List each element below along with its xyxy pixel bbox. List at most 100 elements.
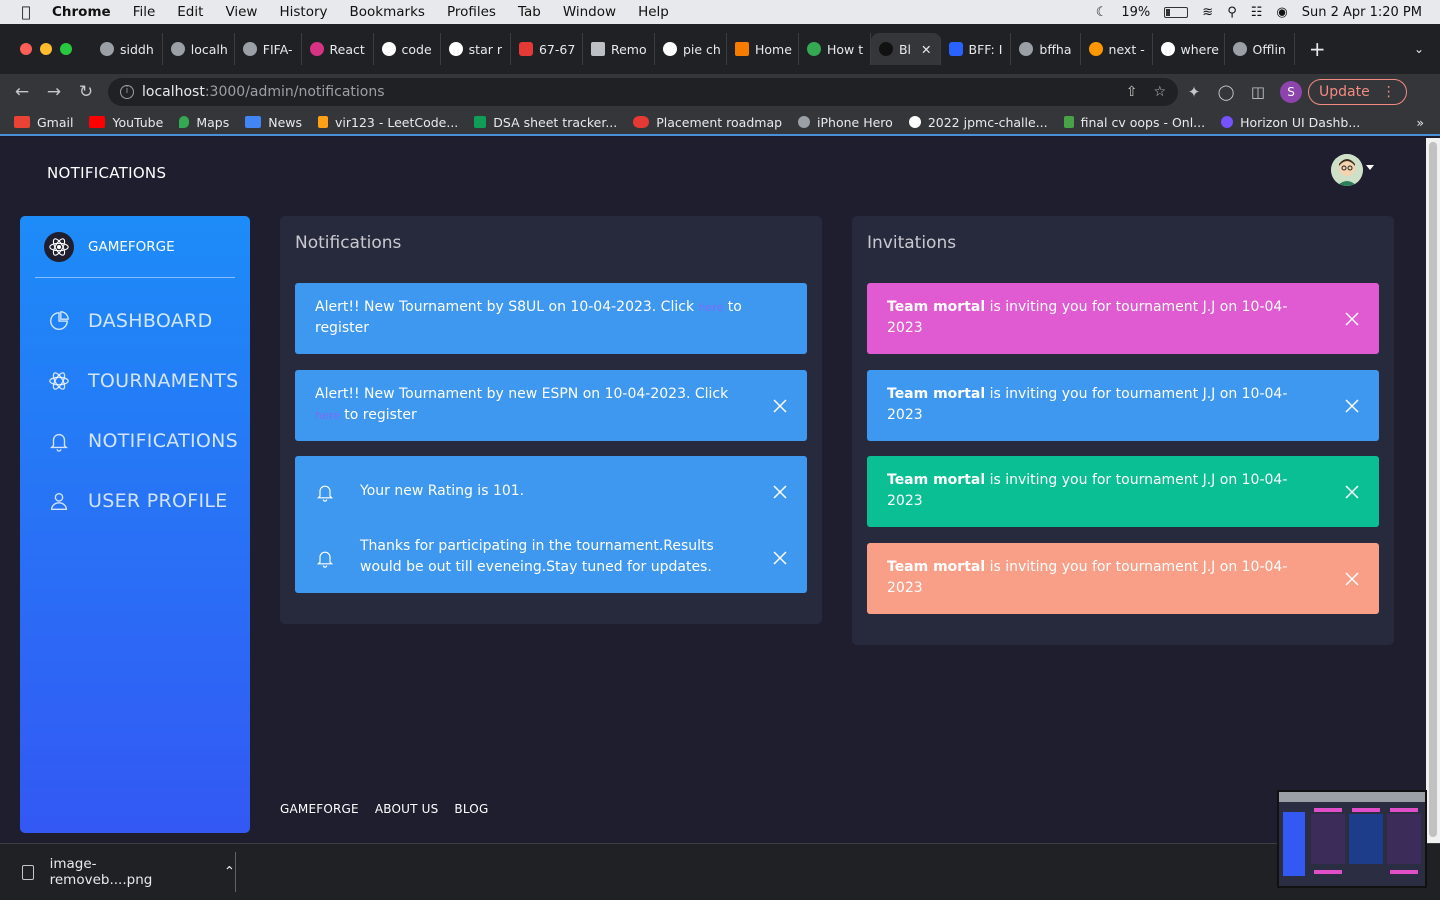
battery-icon[interactable] [1164,6,1189,18]
screenshot-preview-thumbnail[interactable] [1277,790,1427,888]
menu-history[interactable]: History [268,4,338,20]
more-menu-icon[interactable]: ⋮ [1382,84,1396,100]
brand[interactable]: GAMEFORGE [44,232,175,262]
reload-icon[interactable]: ↻ [70,82,102,102]
close-icon[interactable] [1345,398,1359,413]
footer-link-about-us[interactable]: ABOUT US [375,802,439,816]
apple-icon[interactable]:  [0,3,52,21]
browser-tab[interactable]: pie ch [655,33,727,65]
bookmark-jpmc[interactable]: 2022 jpmc-challe... [908,115,1048,130]
moon-icon[interactable]: ☾ [1096,5,1108,20]
menu-window[interactable]: Window [552,4,627,20]
close-tab-icon[interactable]: ✕ [921,42,931,57]
menu-help[interactable]: Help [627,4,680,20]
browser-tab[interactable]: Offlin [1225,33,1295,65]
scrollbar-thumb[interactable] [1429,142,1437,837]
browser-tab[interactable]: star r [441,33,511,65]
bookmark-star-icon[interactable]: ☆ [1153,84,1166,100]
minimize-window-icon[interactable] [40,43,52,55]
close-icon[interactable] [773,398,787,413]
bookmark-leetcode[interactable]: vir123 - LeetCode... [318,115,458,130]
invitation-team: Team mortal [887,299,986,315]
menubar-clock[interactable]: Sun 2 Apr 1:20 PM [1302,5,1422,20]
browser-tab[interactable]: Home [727,33,799,65]
register-link[interactable]: here [315,409,340,422]
notification-alert: Alert!! New Tournament by new ESPN on 10… [295,370,807,441]
browser-tab[interactable]: React [302,33,374,65]
browser-tab[interactable]: BFF: I [941,33,1012,65]
browser-tab[interactable]: localh [163,33,235,65]
bookmark-maps[interactable]: Maps [179,115,229,130]
close-window-icon[interactable] [20,43,32,55]
menu-app-name[interactable]: Chrome [52,4,122,20]
browser-tab[interactable]: where [1153,33,1225,65]
footer-link-gameforge[interactable]: GAMEFORGE [280,802,359,816]
wifi-icon[interactable]: ≋ [1202,5,1213,20]
menu-tab[interactable]: Tab [507,4,552,20]
menu-file[interactable]: File [122,4,167,20]
menu-edit[interactable]: Edit [166,4,214,20]
thumbnail-bar [1390,870,1418,874]
bookmarks-overflow-icon[interactable]: » [1416,115,1440,130]
browser-tab[interactable]: bffha [1011,33,1081,65]
thumbnail-sidebar [1283,812,1305,876]
siri-icon[interactable]: ◉ [1276,5,1287,20]
page-scrollbar[interactable] [1426,138,1440,843]
bookmark-youtube[interactable]: YouTube [89,115,163,130]
spotlight-search-icon[interactable]: ⚲ [1227,5,1237,20]
close-icon[interactable] [1345,484,1359,499]
browser-tab[interactable]: code [374,33,441,65]
bookmark-iphone-hero[interactable]: iPhone Hero [798,115,893,130]
zoom-window-icon[interactable] [60,43,72,55]
menu-profiles[interactable]: Profiles [436,4,507,20]
browser-tab[interactable]: siddh [92,33,163,65]
browser-tab[interactable]: 67-67 [511,33,583,65]
chevron-up-icon[interactable]: ⌃ [224,864,235,880]
sidebar-item-notifications[interactable]: NOTIFICATIONS [48,430,238,452]
footer-link-blog[interactable]: BLOG [454,802,488,816]
site-info-icon[interactable]: i [120,85,134,99]
tab-search-chevron-icon[interactable]: ⌄ [1414,42,1440,56]
close-icon[interactable] [773,484,787,499]
sidebar-item-dashboard[interactable]: DASHBOARD [48,310,213,332]
extension-icon[interactable]: ◯ [1210,83,1242,101]
register-link[interactable]: here [699,301,724,314]
grid-icon [734,42,749,56]
sidebar-item-label: NOTIFICATIONS [88,430,239,452]
profile-avatar[interactable]: S [1280,81,1302,103]
sidebar-item-tournaments[interactable]: TOURNAMENTS [48,370,238,392]
download-item[interactable]: image-removeb....png ⌃ [0,852,236,892]
leaf-icon [1063,116,1074,128]
bookmark-gmail[interactable]: Gmail [14,115,73,130]
control-center-icon[interactable]: ☷ [1251,5,1263,20]
bookmark-dsa-sheet[interactable]: DSA sheet tracker... [474,115,617,130]
tab-label: BFF: I [968,41,1003,57]
bookmark-horizon-ui[interactable]: Horizon UI Dashb... [1221,115,1360,130]
close-icon[interactable] [773,550,787,565]
new-tab-icon[interactable]: + [1295,37,1340,61]
browser-tab[interactable]: How t [799,33,871,65]
update-button[interactable]: Update ⋮ [1308,79,1407,105]
forward-icon[interactable]: → [38,82,70,102]
share-icon[interactable]: ⇧ [1126,84,1138,100]
browser-tab[interactable]: FIFA- [235,33,302,65]
side-panel-icon[interactable]: ◫ [1242,83,1274,101]
browser-tab-active[interactable]: Bl ✕ [870,33,941,65]
sidebar-item-user-profile[interactable]: USER PROFILE [48,490,228,512]
address-bar[interactable]: i localhost:3000/admin/notifications ⇧ ☆ [108,78,1178,106]
browser-tab[interactable]: next - [1081,33,1153,65]
close-icon[interactable] [1345,571,1359,586]
back-icon[interactable]: ← [6,82,38,102]
menu-view[interactable]: View [214,4,268,20]
close-icon[interactable] [1345,311,1359,326]
sheets-icon [474,116,487,128]
browser-tab[interactable]: Remo [583,33,655,65]
bookmark-final-cv[interactable]: final cv oops - Onl... [1063,115,1205,130]
menu-bookmarks[interactable]: Bookmarks [339,4,436,20]
bookmark-news[interactable]: News [245,115,302,130]
chevron-down-icon[interactable] [1366,165,1374,170]
extensions-puzzle-icon[interactable]: ✦ [1178,83,1210,101]
avatar[interactable] [1331,154,1363,186]
bookmark-placement-roadmap[interactable]: Placement roadmap [633,115,782,130]
react-icon [309,42,324,56]
